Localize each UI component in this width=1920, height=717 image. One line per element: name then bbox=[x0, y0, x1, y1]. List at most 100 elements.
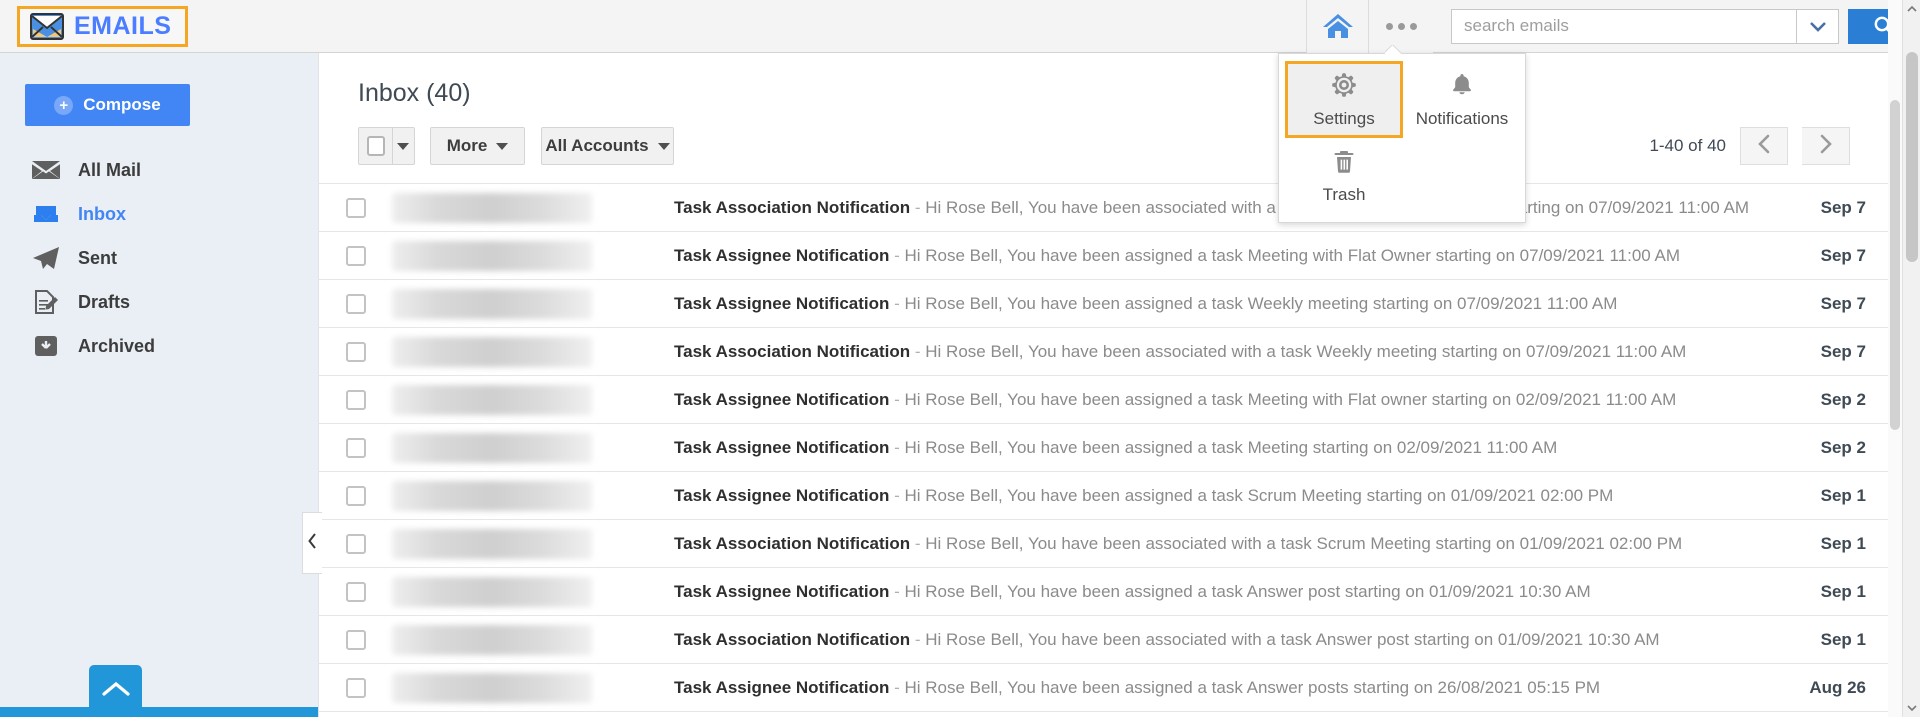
row-checkbox[interactable] bbox=[345, 341, 366, 362]
caret-down-icon[interactable] bbox=[393, 142, 414, 150]
row-checkbox-cell[interactable] bbox=[319, 245, 392, 266]
table-row[interactable]: Task Assignee Notification - Hi Rose Bel… bbox=[319, 568, 1902, 616]
row-checkbox-cell[interactable] bbox=[319, 485, 392, 506]
row-checkbox-cell[interactable] bbox=[319, 677, 392, 698]
row-checkbox[interactable] bbox=[345, 245, 366, 266]
menu-item-trash[interactable]: Trash bbox=[1285, 138, 1403, 215]
sidebar-item-inbox[interactable]: Inbox bbox=[0, 192, 318, 236]
email-summary: Task Assignee Notification - Hi Rose Bel… bbox=[674, 293, 1618, 313]
bell-icon bbox=[1447, 70, 1477, 105]
email-subject: Task Assignee Notification bbox=[674, 389, 890, 409]
table-row[interactable]: Task Association Notification - Hi Rose … bbox=[319, 616, 1902, 664]
row-checkbox[interactable] bbox=[345, 293, 366, 314]
email-date: Sep 1 bbox=[1820, 581, 1866, 601]
sidebar-collapse-handle[interactable] bbox=[302, 512, 322, 574]
page-scrollbar[interactable] bbox=[1902, 0, 1920, 717]
chevron-left-icon bbox=[308, 532, 317, 554]
sidebar-item-label: Archived bbox=[78, 335, 156, 356]
email-preview: Hi Rose Bell, You have been associated w… bbox=[925, 341, 1687, 361]
table-row[interactable]: Task Association Notification - Hi Rose … bbox=[319, 328, 1902, 376]
row-checkbox[interactable] bbox=[345, 197, 366, 218]
row-checkbox-cell[interactable] bbox=[319, 437, 392, 458]
row-checkbox-cell[interactable] bbox=[319, 533, 392, 554]
pagination: 1-40 of 40 bbox=[1649, 127, 1850, 165]
envelope-icon bbox=[32, 157, 60, 183]
table-row[interactable]: Task Assignee Notification - Hi Rose Bel… bbox=[319, 280, 1902, 328]
select-all-checkbox[interactable] bbox=[367, 136, 385, 156]
all-accounts-button[interactable]: All Accounts bbox=[541, 127, 674, 165]
page-scrollbar-thumb[interactable] bbox=[1906, 52, 1918, 262]
row-checkbox[interactable] bbox=[345, 533, 366, 554]
row-checkbox[interactable] bbox=[345, 629, 366, 650]
search-input[interactable] bbox=[1452, 9, 1796, 43]
menu-item-notifications[interactable]: Notifications bbox=[1403, 61, 1521, 138]
sidebar-item-label: All Mail bbox=[78, 159, 142, 180]
sidebar-item-sent[interactable]: Sent bbox=[0, 236, 318, 280]
email-date: Sep 2 bbox=[1820, 389, 1866, 409]
scroll-up-arrow-icon[interactable] bbox=[1903, 0, 1920, 18]
email-subject: Task Association Notification bbox=[674, 629, 911, 649]
main-content: Inbox (40) More All Accounts 1-40 of 40 bbox=[318, 53, 1902, 717]
row-checkbox[interactable] bbox=[345, 581, 366, 602]
email-summary: Task Association Notification - Hi Rose … bbox=[674, 533, 1683, 553]
brand-logo[interactable]: EMAILS bbox=[17, 5, 189, 47]
email-summary: Task Assignee Notification - Hi Rose Bel… bbox=[674, 245, 1681, 265]
sidebar-item-all-mail[interactable]: All Mail bbox=[0, 148, 318, 192]
scroll-down-arrow-icon[interactable] bbox=[1903, 699, 1920, 717]
table-row[interactable]: Task Assignee Notification - Hi Rose Bel… bbox=[319, 376, 1902, 424]
sender-name bbox=[392, 672, 592, 703]
table-row[interactable]: Task Assignee Notification - Hi Rose Bel… bbox=[319, 232, 1902, 280]
email-summary: Task Assignee Notification - Hi Rose Bel… bbox=[674, 437, 1558, 457]
row-checkbox[interactable] bbox=[345, 677, 366, 698]
row-checkbox[interactable] bbox=[345, 437, 366, 458]
compose-button[interactable]: + Compose bbox=[25, 84, 190, 126]
sidebar-item-drafts[interactable]: Drafts bbox=[0, 280, 318, 324]
email-preview: Hi Rose Bell, You have been assigned a t… bbox=[904, 389, 1677, 409]
email-date: Sep 2 bbox=[1820, 437, 1866, 457]
row-checkbox[interactable] bbox=[345, 485, 366, 506]
email-summary: Task Assignee Notification - Hi Rose Bel… bbox=[674, 677, 1601, 697]
email-summary: Task Assignee Notification - Hi Rose Bel… bbox=[674, 485, 1614, 505]
table-row[interactable]: Task Assignee Notification - Hi Rose Bel… bbox=[319, 664, 1902, 712]
next-page-button[interactable] bbox=[1802, 127, 1850, 165]
row-checkbox-cell[interactable] bbox=[319, 341, 392, 362]
row-checkbox-cell[interactable] bbox=[319, 293, 392, 314]
email-client-app: EMAILS search emails Settings Notificati… bbox=[0, 0, 1920, 717]
envelope-icon bbox=[30, 12, 64, 40]
menu-item-label: Notifications bbox=[1415, 109, 1509, 128]
top-bar: EMAILS bbox=[0, 0, 1920, 53]
sender-name bbox=[392, 336, 592, 367]
previous-page-button[interactable] bbox=[1740, 127, 1788, 165]
trash-icon bbox=[1330, 148, 1358, 181]
home-icon[interactable] bbox=[1306, 0, 1369, 53]
email-date: Aug 26 bbox=[1809, 677, 1866, 697]
table-row[interactable]: Task Assignee Notification - Hi Rose Bel… bbox=[319, 472, 1902, 520]
row-checkbox-cell[interactable] bbox=[319, 197, 392, 218]
menu-item-settings[interactable]: Settings bbox=[1285, 61, 1403, 138]
document-pencil-icon bbox=[32, 289, 60, 315]
row-checkbox-cell[interactable] bbox=[319, 581, 392, 602]
row-checkbox-cell[interactable] bbox=[319, 629, 392, 650]
sidebar-item-label: Drafts bbox=[78, 291, 131, 312]
sender-name bbox=[392, 384, 592, 415]
plus-circle-icon: + bbox=[54, 95, 74, 115]
sender-name bbox=[392, 192, 592, 223]
select-all-control[interactable] bbox=[358, 127, 415, 165]
email-subject: Task Assignee Notification bbox=[674, 485, 890, 505]
pagination-count: 1-40 of 40 bbox=[1649, 136, 1726, 155]
email-date: Sep 7 bbox=[1820, 293, 1866, 313]
table-row[interactable]: Task Association Notification - Hi Rose … bbox=[319, 520, 1902, 568]
row-checkbox-cell[interactable] bbox=[319, 389, 392, 410]
sidebar-item-archived[interactable]: Archived bbox=[0, 324, 318, 368]
chevron-down-icon[interactable] bbox=[1796, 8, 1839, 44]
email-date: Sep 1 bbox=[1820, 629, 1866, 649]
email-summary: Task Assignee Notification - Hi Rose Bel… bbox=[674, 389, 1677, 409]
row-checkbox[interactable] bbox=[345, 389, 366, 410]
table-row[interactable]: Task Association Notification - Hi Rose … bbox=[319, 184, 1902, 232]
inner-scrollbar[interactable] bbox=[1888, 0, 1902, 717]
more-label: More bbox=[446, 136, 488, 155]
inner-scrollbar-thumb[interactable] bbox=[1890, 100, 1900, 430]
page-title: Inbox (40) bbox=[358, 79, 471, 107]
table-row[interactable]: Task Assignee Notification - Hi Rose Bel… bbox=[319, 424, 1902, 472]
more-button[interactable]: More bbox=[430, 127, 525, 165]
